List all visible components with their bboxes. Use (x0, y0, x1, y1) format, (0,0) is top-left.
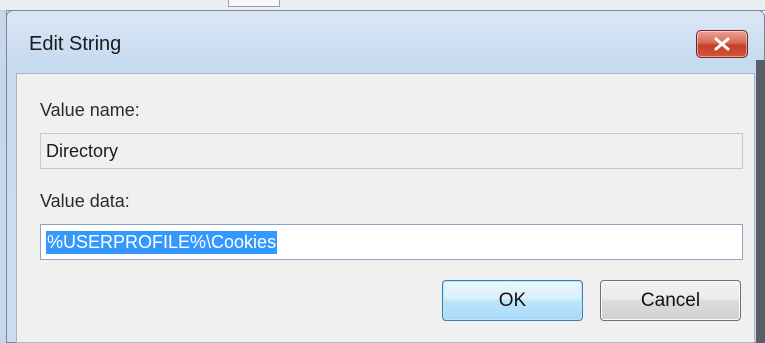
edit-string-dialog: Edit String Value name: Directory Value … (6, 10, 765, 343)
value-name-field[interactable]: Directory (40, 133, 743, 169)
value-name-label: Value name: (40, 100, 140, 120)
value-data-label: Value data: (40, 191, 130, 211)
ok-button[interactable]: OK (442, 280, 583, 321)
dialog-body: Value name: Directory Value data: %USERP… (16, 73, 755, 343)
background-tab (228, 0, 280, 7)
value-data-input[interactable]: %USERPROFILE%\Cookies (40, 224, 743, 260)
cancel-button[interactable]: Cancel (600, 280, 741, 321)
dialog-title: Edit String (29, 33, 122, 55)
close-icon (714, 37, 730, 51)
value-name-text: Directory (46, 140, 119, 161)
title-bar[interactable]: Edit String (7, 11, 764, 73)
close-button[interactable] (696, 30, 748, 58)
background-window-edge-right (756, 60, 765, 343)
value-data-text: %USERPROFILE%\Cookies (46, 230, 278, 254)
